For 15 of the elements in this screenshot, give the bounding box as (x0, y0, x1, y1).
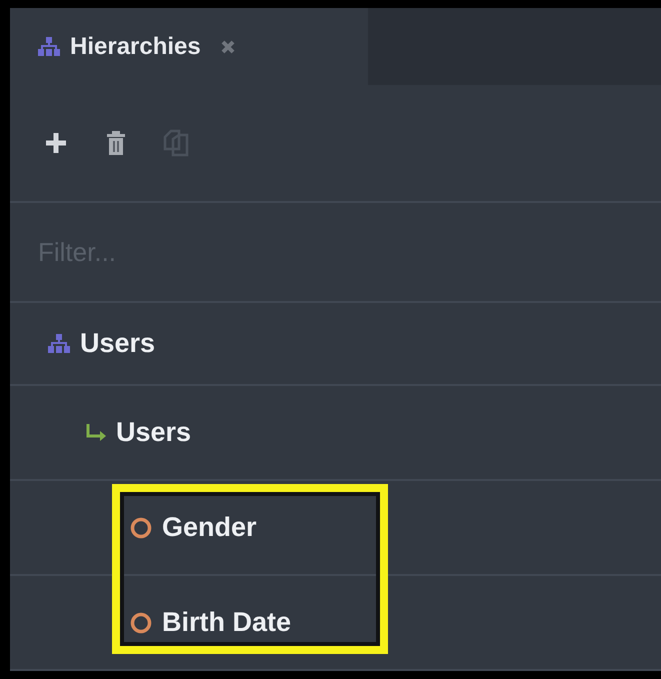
tab[interactable]: Hierarchies (10, 8, 368, 85)
tree-item-label[interactable]: Gender (162, 507, 257, 548)
hierarchy-icon (38, 36, 60, 56)
circle-icon (130, 516, 152, 538)
circle-icon (130, 612, 152, 634)
hierarchy-icon (48, 334, 70, 354)
close-icon[interactable] (220, 40, 235, 54)
plus-icon (45, 132, 67, 154)
tab-label: Hierarchies (70, 32, 201, 62)
tree-item-label[interactable]: Birth Date (162, 602, 292, 643)
tree-item-label[interactable]: Users (80, 323, 156, 364)
trash-icon (107, 131, 125, 155)
tree-item-label[interactable]: Users (116, 412, 192, 453)
return-arrow-icon (86, 424, 106, 442)
copy-icon (163, 129, 189, 157)
